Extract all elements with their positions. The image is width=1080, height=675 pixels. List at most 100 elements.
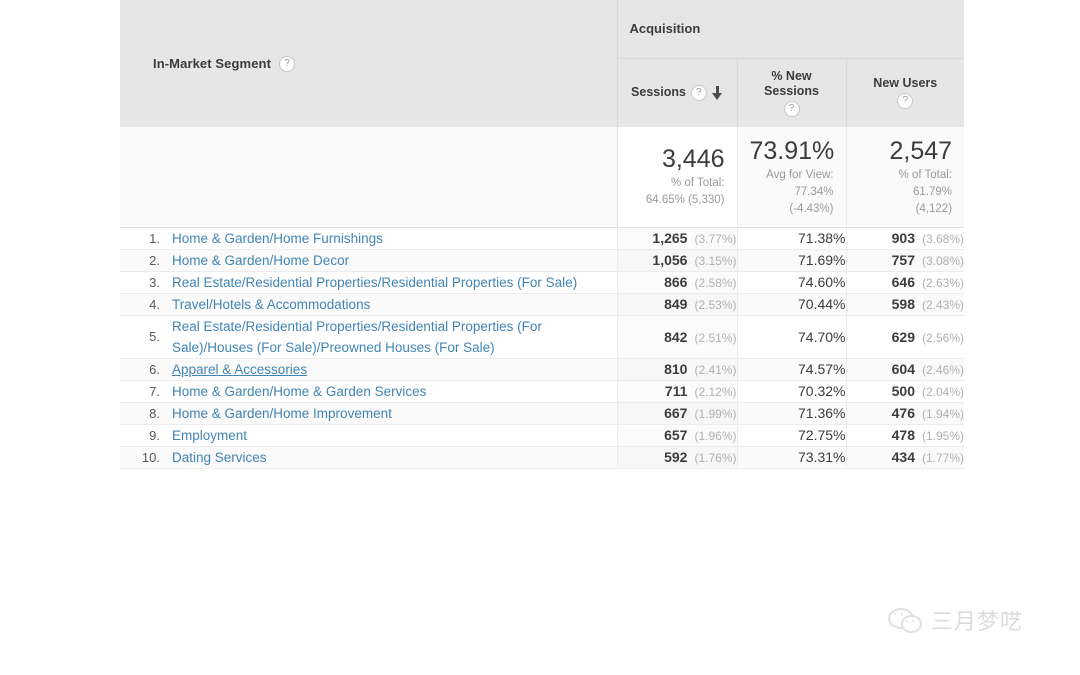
- summary-sessions-sub2: 64.65% (5,330): [630, 193, 725, 208]
- table-row[interactable]: 2.Home & Garden/Home Decor1,056(3.15%)71…: [120, 249, 964, 271]
- segment-link[interactable]: Home & Garden/Home Improvement: [172, 403, 400, 424]
- column-header-new-users-label: New Users: [873, 76, 937, 91]
- table-row[interactable]: 7.Home & Garden/Home & Garden Services71…: [120, 380, 964, 402]
- segment-link[interactable]: Real Estate/Residential Properties/Resid…: [172, 272, 585, 293]
- table-row[interactable]: 8.Home & Garden/Home Improvement667(1.99…: [120, 402, 964, 424]
- row-index: 8.: [120, 406, 172, 421]
- row-new-users-percent: (1.77%): [922, 451, 964, 465]
- row-index: 2.: [120, 253, 172, 268]
- row-sessions-value: 810: [664, 361, 687, 377]
- summary-new-users-value: 2,547: [859, 137, 953, 166]
- column-header-pct-new-sessions-label: % New Sessions: [748, 69, 836, 99]
- summary-new-users-cell: 2,547 % of Total: 61.79% (4,122): [846, 127, 964, 227]
- summary-sessions-cell: 3,446 % of Total: 64.65% (5,330): [617, 127, 737, 227]
- summary-sessions-sub1: % of Total:: [630, 176, 725, 191]
- row-new-users-cell: 757 (3.08%): [846, 249, 964, 271]
- row-pct-new-sessions-cell: 70.44%: [737, 293, 846, 315]
- row-sessions-cell: 1,056(3.15%): [617, 249, 737, 271]
- arrow-down-icon[interactable]: [712, 86, 723, 100]
- help-circle-icon[interactable]: ?: [279, 56, 295, 72]
- segment-link[interactable]: Employment: [172, 425, 255, 446]
- row-pct-new-sessions-cell: 74.60%: [737, 271, 846, 293]
- row-pct-new-sessions-value: 70.32%: [798, 383, 845, 399]
- row-pct-new-sessions-cell: 71.69%: [737, 249, 846, 271]
- row-sessions-cell: 667(1.99%): [617, 402, 737, 424]
- row-sessions-cell: 849 (2.53%): [617, 293, 737, 315]
- acquisition-group-header: Acquisition: [617, 0, 964, 58]
- row-new-users-value: 646: [892, 274, 915, 290]
- row-new-users-percent: (3.68%): [922, 232, 964, 246]
- row-sessions-cell: 842 (2.51%): [617, 315, 737, 358]
- column-header-new-users[interactable]: New Users ?: [846, 58, 964, 127]
- row-pct-new-sessions-value: 72.75%: [798, 427, 845, 443]
- row-sessions-value: 866: [664, 274, 687, 290]
- row-sessions-value: 667: [664, 405, 687, 421]
- row-sessions-percent: (2.12%): [694, 385, 736, 399]
- column-header-sessions[interactable]: Sessions ?: [617, 58, 737, 127]
- summary-dimension-cell: [120, 127, 617, 227]
- row-sessions-value: 849: [664, 296, 687, 312]
- table-row[interactable]: 6.Apparel & Accessories810(2.41%)74.57%6…: [120, 358, 964, 380]
- row-new-users-cell: 903(3.68%): [846, 227, 964, 249]
- row-pct-new-sessions-cell: 71.36%: [737, 402, 846, 424]
- table-row[interactable]: 10.Dating Services592(1.76%)73.31%434(1.…: [120, 446, 964, 468]
- header-group-row: In-Market Segment ? Acquisition: [120, 0, 964, 58]
- row-index: 1.: [120, 231, 172, 246]
- summary-pct-new-sessions-sub1: Avg for View:: [750, 168, 834, 183]
- row-sessions-value: 592: [664, 449, 687, 465]
- row-new-users-cell: 478(1.95%): [846, 424, 964, 446]
- segment-link[interactable]: Dating Services: [172, 447, 275, 468]
- segment-link[interactable]: Real Estate/Residential Properties/Resid…: [172, 316, 617, 358]
- column-header-pct-new-sessions[interactable]: % New Sessions ?: [737, 58, 846, 127]
- segment-link[interactable]: Home & Garden/Home Decor: [172, 250, 357, 271]
- row-dimension-cell: 4.Travel/Hotels & Accommodations: [120, 293, 617, 315]
- help-circle-icon[interactable]: ?: [784, 101, 800, 117]
- summary-new-users-sub2: 61.79%: [859, 185, 953, 200]
- row-sessions-cell: 592 (1.76%): [617, 446, 737, 468]
- row-sessions-percent: (2.51%): [694, 331, 736, 345]
- segment-link[interactable]: Home & Garden/Home & Garden Services: [172, 381, 434, 402]
- row-index: 3.: [120, 275, 172, 290]
- segment-link[interactable]: Travel/Hotels & Accommodations: [172, 294, 378, 315]
- dimension-header-cell[interactable]: In-Market Segment ?: [120, 0, 617, 127]
- row-sessions-percent: (3.15%): [694, 254, 736, 268]
- row-sessions-percent: (1.76%): [694, 451, 736, 465]
- analytics-report-page: In-Market Segment ? Acquisition Sessions…: [0, 0, 1080, 675]
- row-pct-new-sessions-cell: 74.57%: [737, 358, 846, 380]
- row-new-users-value: 604: [892, 361, 915, 377]
- table-row[interactable]: 3.Real Estate/Residential Properties/Res…: [120, 271, 964, 293]
- row-sessions-value: 711: [665, 383, 688, 399]
- row-pct-new-sessions-value: 71.69%: [798, 252, 845, 268]
- row-pct-new-sessions-value: 74.60%: [798, 274, 845, 290]
- row-new-users-value: 757: [892, 252, 915, 268]
- row-sessions-cell: 866 (2.58%): [617, 271, 737, 293]
- table-header: In-Market Segment ? Acquisition Sessions…: [120, 0, 964, 127]
- help-circle-icon[interactable]: ?: [897, 93, 913, 109]
- row-pct-new-sessions-value: 70.44%: [798, 296, 845, 312]
- row-dimension-cell: 2.Home & Garden/Home Decor: [120, 249, 617, 271]
- row-sessions-percent: (1.96%): [694, 429, 736, 443]
- table-row[interactable]: 5.Real Estate/Residential Properties/Res…: [120, 315, 964, 358]
- row-pct-new-sessions-value: 71.36%: [798, 405, 845, 421]
- summary-pct-new-sessions-cell: 73.91% Avg for View: 77.34% (-4.43%): [737, 127, 846, 227]
- table-row[interactable]: 1.Home & Garden/Home Furnishings1,265(3.…: [120, 227, 964, 249]
- row-sessions-cell: 810 (2.41%): [617, 358, 737, 380]
- row-new-users-percent: (3.08%): [922, 254, 964, 268]
- segment-link[interactable]: Apparel & Accessories: [172, 359, 315, 380]
- row-new-users-cell: 646(2.63%): [846, 271, 964, 293]
- row-pct-new-sessions-cell: 70.32%: [737, 380, 846, 402]
- row-dimension-cell: 8.Home & Garden/Home Improvement: [120, 402, 617, 424]
- table-row[interactable]: 9.Employment657(1.96%)72.75%478(1.95%): [120, 424, 964, 446]
- table-row[interactable]: 4.Travel/Hotels & Accommodations 849 (2.53…: [120, 293, 964, 315]
- table-body: 3,446 % of Total: 64.65% (5,330) 73.91% …: [120, 127, 964, 468]
- row-sessions-percent: (2.41%): [694, 363, 736, 377]
- segment-link[interactable]: Home & Garden/Home Furnishings: [172, 228, 391, 249]
- row-new-users-percent: (2.56%): [922, 331, 964, 345]
- row-pct-new-sessions-cell: 72.75%: [737, 424, 846, 446]
- help-circle-icon[interactable]: ?: [691, 85, 707, 101]
- row-sessions-percent: (2.53%): [694, 298, 736, 312]
- row-sessions-value: 842: [664, 329, 687, 345]
- row-pct-new-sessions-value: 74.57%: [798, 361, 845, 377]
- row-new-users-value: 478: [892, 427, 915, 443]
- row-sessions-percent: (2.58%): [694, 276, 736, 290]
